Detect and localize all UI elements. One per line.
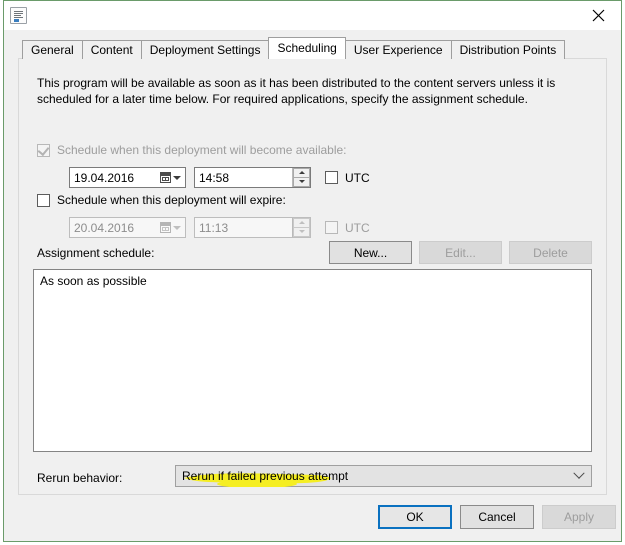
- tab-distribution-points[interactable]: Distribution Points: [450, 40, 566, 59]
- assignment-schedule-listbox[interactable]: As soon as possible: [33, 269, 592, 452]
- available-time-value: 14:58: [199, 170, 230, 185]
- cancel-button-label: Cancel: [478, 510, 516, 524]
- list-item[interactable]: As soon as possible: [34, 270, 591, 288]
- expire-time-spinner: [292, 218, 310, 237]
- tab-user-experience-label: User Experience: [353, 43, 443, 57]
- schedule-available-row: Schedule when this deployment will becom…: [37, 143, 347, 157]
- edit-button-label: Edit...: [445, 245, 476, 260]
- available-time-spinner[interactable]: [292, 168, 310, 187]
- chevron-down-icon: [172, 225, 181, 230]
- available-date-field[interactable]: 19.04.2016: [69, 167, 186, 188]
- tab-content-label: Content: [90, 43, 133, 57]
- expire-date-value: 20.04.2016: [74, 220, 135, 235]
- expire-fields-row: 20.04.2016 11:13 UTC: [69, 217, 370, 238]
- tab-distribution-points-label: Distribution Points: [459, 43, 557, 57]
- scheduling-description: This program will be available as soon a…: [37, 76, 556, 106]
- rerun-behavior-dropdown[interactable]: Rerun if failed previous attempt: [175, 465, 592, 488]
- title-bar: [4, 1, 621, 30]
- chevron-down-icon: [172, 175, 181, 180]
- available-date-picker-button[interactable]: [155, 168, 185, 187]
- new-button-label: New...: [353, 245, 388, 260]
- rerun-behavior-value: Rerun if failed previous attempt: [182, 469, 349, 483]
- expire-utc-wrapper: UTC: [325, 221, 370, 235]
- schedule-expire-row: Schedule when this deployment will expir…: [37, 193, 286, 207]
- spinner-up-icon[interactable]: [293, 168, 310, 178]
- edit-button: Edit...: [419, 241, 502, 264]
- schedule-expire-label: Schedule when this deployment will expir…: [57, 193, 286, 207]
- expire-date-picker-button: [155, 218, 185, 237]
- dialog-footer: OK Cancel Apply: [4, 495, 621, 541]
- expire-time-field: 11:13: [194, 217, 311, 238]
- available-fields-row: 19.04.2016 14:58 UTC: [69, 167, 370, 188]
- properties-document-icon: [10, 7, 27, 24]
- close-button[interactable]: [575, 1, 621, 30]
- tab-deployment-settings[interactable]: Deployment Settings: [140, 40, 270, 59]
- expire-time-value: 11:13: [199, 220, 229, 235]
- tab-general[interactable]: General: [22, 40, 83, 59]
- tab-scheduling-label: Scheduling: [277, 41, 337, 55]
- properties-dialog: General Content Deployment Settings Sche…: [3, 0, 622, 542]
- list-item-label: As soon as possible: [40, 274, 147, 288]
- delete-button-label: Delete: [533, 245, 568, 260]
- tab-deployment-settings-label: Deployment Settings: [149, 43, 261, 57]
- ok-button-label: OK: [406, 510, 424, 524]
- expire-date-field: 20.04.2016: [69, 217, 186, 238]
- schedule-available-label: Schedule when this deployment will becom…: [57, 143, 347, 157]
- spinner-down-icon: [293, 227, 310, 237]
- tab-general-label: General: [31, 43, 74, 57]
- rerun-behavior-value-wrapper: Rerun if failed previous attempt: [176, 469, 567, 488]
- tab-user-experience[interactable]: User Experience: [344, 40, 452, 59]
- spinner-up-icon: [293, 218, 310, 228]
- delete-button: Delete: [509, 241, 592, 264]
- tab-scheduling[interactable]: Scheduling: [268, 37, 346, 59]
- available-date-value: 19.04.2016: [74, 170, 135, 185]
- spinner-down-icon[interactable]: [293, 177, 310, 187]
- expire-utc-label: UTC: [345, 220, 370, 235]
- schedule-expire-checkbox[interactable]: [37, 193, 50, 207]
- available-utc-checkbox[interactable]: [325, 171, 338, 184]
- apply-button-label: Apply: [563, 510, 595, 524]
- new-button[interactable]: New...: [329, 241, 412, 264]
- expire-utc-checkbox: [325, 221, 338, 234]
- assignment-schedule-label: Assignment schedule:: [37, 246, 155, 260]
- tab-content[interactable]: Content: [81, 40, 142, 59]
- available-utc-wrapper: UTC: [325, 171, 370, 185]
- schedule-available-checkbox: [37, 143, 50, 157]
- calendar-icon: [159, 172, 171, 183]
- calendar-icon: [159, 222, 171, 233]
- ok-button[interactable]: OK: [378, 505, 452, 529]
- chevron-down-icon[interactable]: [567, 472, 591, 480]
- available-time-field[interactable]: 14:58: [194, 167, 311, 188]
- cancel-button[interactable]: Cancel: [460, 505, 534, 529]
- tab-strip: General Content Deployment Settings Sche…: [22, 37, 621, 59]
- rerun-behavior-label: Rerun behavior:: [37, 471, 123, 485]
- available-utc-label: UTC: [345, 170, 370, 185]
- apply-button: Apply: [542, 505, 616, 529]
- scheduling-tab-panel: This program will be available as soon a…: [18, 58, 607, 495]
